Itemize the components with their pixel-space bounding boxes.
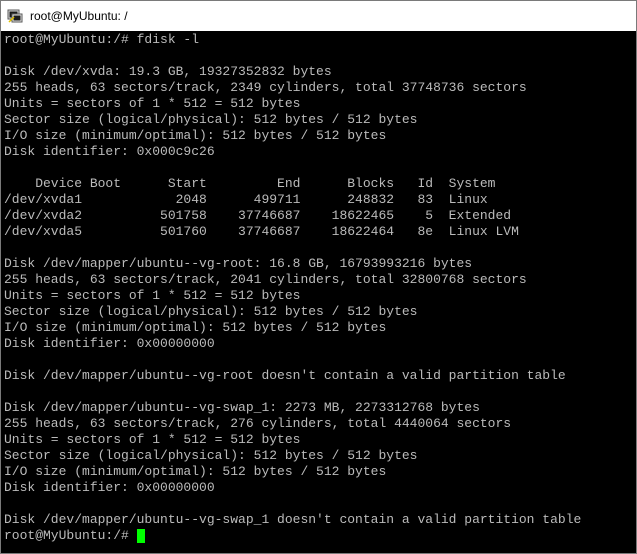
terminal-line: /dev/xvda1 2048 499711 248832 83 Linux (4, 192, 488, 207)
terminal-line: 255 heads, 63 sectors/track, 2349 cylind… (4, 80, 527, 95)
window-title: root@MyUbuntu: / (30, 9, 128, 23)
terminal-line: Units = sectors of 1 * 512 = 512 bytes (4, 432, 301, 447)
terminal-output[interactable]: root@MyUbuntu:/# fdisk -l Disk /dev/xvda:… (1, 31, 636, 553)
terminal-line: I/O size (minimum/optimal): 512 bytes / … (4, 128, 387, 143)
terminal-line: Device Boot Start End Blocks Id System (4, 176, 496, 191)
terminal-line: Disk /dev/mapper/ubuntu--vg-swap_1 doesn… (4, 512, 582, 527)
terminal-line: Disk /dev/mapper/ubuntu--vg-root doesn't… (4, 368, 566, 383)
terminal-line: Sector size (logical/physical): 512 byte… (4, 448, 418, 463)
terminal-line: 255 heads, 63 sectors/track, 276 cylinde… (4, 416, 512, 431)
terminal-line: Disk identifier: 0x00000000 (4, 480, 215, 495)
terminal-line: Disk identifier: 0x00000000 (4, 336, 215, 351)
terminal-line: Sector size (logical/physical): 512 byte… (4, 112, 418, 127)
terminal-window: root@MyUbuntu: / root@MyUbuntu:/# fdisk … (0, 0, 637, 554)
terminal-line: /dev/xvda2 501758 37746687 18622465 5 Ex… (4, 208, 512, 223)
terminal-line: Units = sectors of 1 * 512 = 512 bytes (4, 288, 301, 303)
terminal-line: I/O size (minimum/optimal): 512 bytes / … (4, 320, 387, 335)
shell-prompt: root@MyUbuntu:/# (4, 528, 137, 543)
terminal-line: Disk /dev/xvda: 19.3 GB, 19327352832 byt… (4, 64, 332, 79)
terminal-line: I/O size (minimum/optimal): 512 bytes / … (4, 464, 387, 479)
text-cursor (136, 529, 145, 543)
terminal-line: root@MyUbuntu:/# fdisk -l (4, 32, 200, 47)
terminal-line: /dev/xvda5 501760 37746687 18622464 8e L… (4, 224, 519, 239)
terminal-line: Units = sectors of 1 * 512 = 512 bytes (4, 96, 301, 111)
putty-terminal-icon (7, 8, 23, 24)
terminal-line: Disk identifier: 0x000c9c26 (4, 144, 215, 159)
terminal-line: 255 heads, 63 sectors/track, 2041 cylind… (4, 272, 527, 287)
title-bar[interactable]: root@MyUbuntu: / (1, 1, 636, 31)
terminal-line: Disk /dev/mapper/ubuntu--vg-swap_1: 2273… (4, 400, 480, 415)
command-prompt-line[interactable]: root@MyUbuntu:/# (4, 528, 636, 544)
terminal-line: Sector size (logical/physical): 512 byte… (4, 304, 418, 319)
terminal-line: Disk /dev/mapper/ubuntu--vg-root: 16.8 G… (4, 256, 473, 271)
